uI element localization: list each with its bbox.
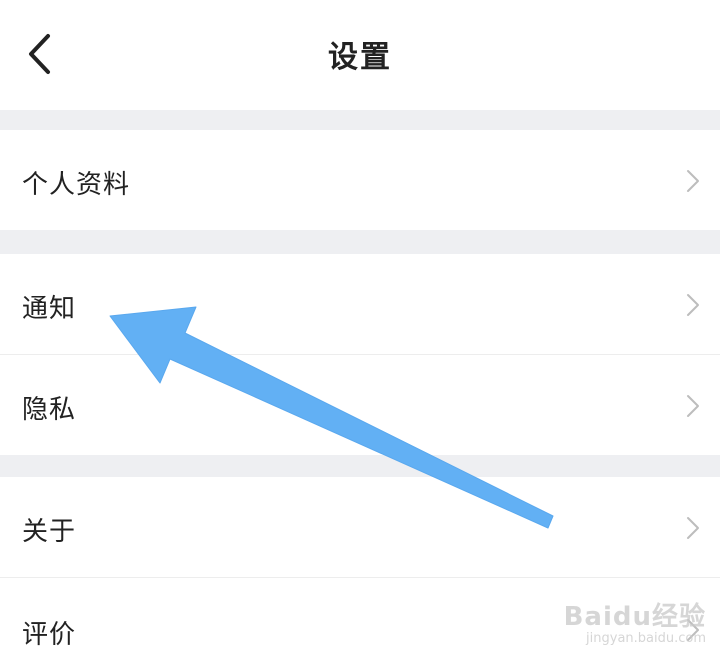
baidu-watermark: Baidu经验 jingyan.baidu.com — [564, 596, 706, 646]
section-divider — [0, 230, 720, 254]
chevron-right-icon — [687, 170, 699, 192]
settings-item-about[interactable]: 关于 — [0, 477, 720, 577]
section-divider — [0, 455, 720, 477]
settings-item-label: 隐私 — [22, 395, 77, 425]
chevron-right-icon — [687, 517, 699, 539]
chevron-right-icon — [687, 395, 699, 417]
settings-screen: 设置 个人资料 通知 隐私 关于 评价 Baidu经验 jingyan.baid… — [0, 0, 720, 664]
settings-item-profile[interactable]: 个人资料 — [0, 130, 720, 230]
section-divider — [0, 110, 720, 130]
settings-item-label: 关于 — [22, 517, 77, 547]
watermark-logo: Baidu经验 — [563, 602, 706, 632]
settings-item-label: 个人资料 — [22, 170, 131, 200]
settings-item-label: 评价 — [22, 620, 77, 650]
settings-item-privacy[interactable]: 隐私 — [0, 355, 720, 455]
settings-item-label: 通知 — [22, 294, 77, 324]
chevron-right-icon — [687, 294, 699, 316]
page-title: 设置 — [328, 40, 392, 75]
header-bar: 设置 — [0, 0, 720, 110]
settings-item-notifications[interactable]: 通知 — [0, 254, 720, 354]
watermark-url: jingyan.baidu.com — [586, 631, 706, 646]
